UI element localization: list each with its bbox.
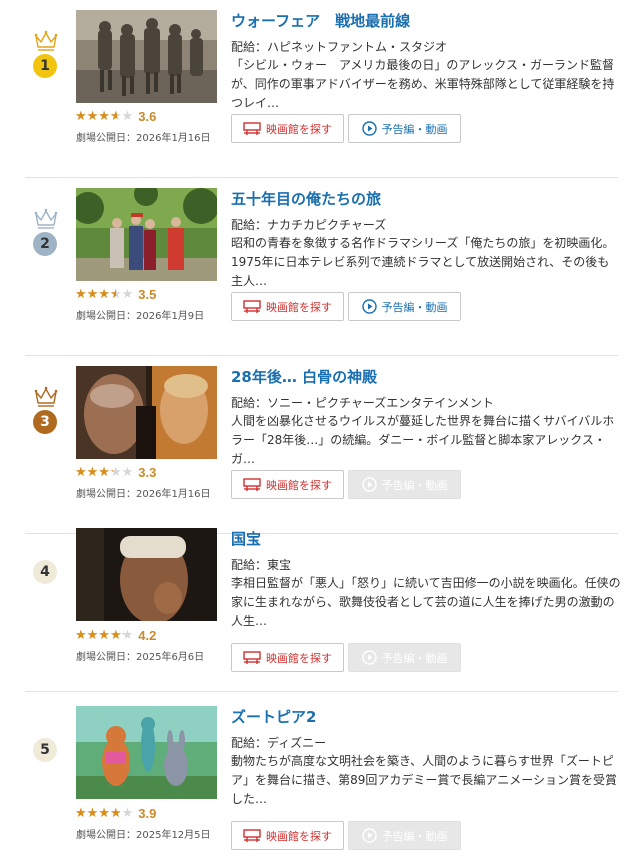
rating-score: 3.3 — [138, 464, 157, 480]
ranking-item-2: 2 ★★★★★★★★★★ 3.5 劇場公開日：2026年1月9日 五十年目の俺た… — [0, 178, 640, 356]
rank-1: 1 — [33, 30, 59, 86]
trailer-video-button: 予告編・動画 — [348, 821, 461, 850]
crown-gold-icon — [34, 30, 58, 51]
movie-poster-image[interactable] — [76, 528, 217, 621]
movie-poster-image[interactable] — [76, 706, 217, 799]
trailer-video-button[interactable]: 予告編・動画 — [348, 292, 461, 321]
release-date: 劇場公開日：2026年1月16日 — [76, 489, 211, 500]
star-rating-icon: ★★★★★★★★★★ — [75, 805, 134, 821]
rank-number-badge: 2 — [33, 232, 57, 256]
distributor: 配給：ハピネットファントム・スタジオ — [231, 40, 448, 54]
rating-score: 3.6 — [138, 108, 157, 124]
play-icon — [361, 121, 377, 136]
find-theater-button[interactable]: 映画館を探す — [231, 114, 344, 143]
ranking-item-1: 1 ★★★★★★★★★★ 3.6 劇場公開日：2026年1月16日 ウォーフェア… — [0, 0, 640, 178]
find-theater-label: 映画館を探す — [266, 651, 332, 665]
find-theater-button[interactable]: 映画館を探す — [231, 470, 344, 499]
trailer-video-label: 予告編・動画 — [381, 651, 448, 665]
star-rating-icon: ★★★★★★★★★★ — [75, 286, 134, 302]
release-date: 劇場公開日：2026年1月9日 — [76, 311, 205, 322]
play-icon — [361, 828, 377, 843]
theater-seat-icon — [243, 828, 261, 843]
release-date: 劇場公開日：2025年6月6日 — [76, 652, 205, 663]
ranking-item-5: 5 ★★★★★★★★★★ 3.9 劇場公開日：2025年12月5日 ズートピア2… — [0, 692, 640, 865]
crown-bronze-icon — [34, 386, 58, 407]
rank-3: 3 — [33, 386, 59, 442]
play-icon — [361, 299, 377, 314]
ranking-item-4: 4 ★★★★★★★★★★ 4.2 劇場公開日：2025年6月6日 国宝 配給：東… — [0, 514, 640, 692]
trailer-video-button: 予告編・動画 — [348, 643, 461, 672]
movie-poster-image[interactable] — [76, 366, 217, 459]
synopsis: 李相日監督が「悪人」「怒り」に続いて吉田修一の小説を映画化。任侠の家に生まれなが… — [231, 576, 621, 628]
rating: ★★★★★★★★★★ 3.6 — [75, 107, 156, 125]
theater-seat-icon — [243, 121, 261, 136]
find-theater-button[interactable]: 映画館を探す — [231, 292, 344, 321]
distributor: 配給：ナカチカピクチャーズ — [231, 218, 387, 232]
rank-number-badge: 3 — [33, 410, 57, 434]
rank-4: 4 — [33, 560, 59, 616]
movie-title-link[interactable]: 五十年目の俺たちの旅 — [231, 188, 381, 209]
theater-seat-icon — [243, 299, 261, 314]
trailer-video-button[interactable]: 予告編・動画 — [348, 114, 461, 143]
find-theater-label: 映画館を探す — [266, 300, 332, 314]
trailer-video-label: 予告編・動画 — [381, 122, 448, 136]
find-theater-button[interactable]: 映画館を探す — [231, 643, 344, 672]
movie-poster-image[interactable] — [76, 188, 217, 281]
find-theater-button[interactable]: 映画館を探す — [231, 821, 344, 850]
rank-number-badge: 1 — [33, 54, 57, 78]
movie-title-link[interactable]: 国宝 — [231, 528, 261, 549]
distributor: 配給：ディズニー — [231, 736, 327, 750]
rating-score: 3.9 — [138, 805, 157, 821]
release-date: 劇場公開日：2026年1月16日 — [76, 133, 211, 144]
theater-seat-icon — [243, 477, 261, 492]
synopsis: 人間を凶暴化させるウイルスが蔓延した世界を舞台に描くサバイバルホラー「28年後…… — [231, 414, 615, 466]
rank-number-badge: 5 — [33, 738, 57, 762]
release-date: 劇場公開日：2025年12月5日 — [76, 830, 211, 841]
theater-seat-icon — [243, 650, 261, 665]
movie-poster-image[interactable] — [76, 10, 217, 103]
star-rating-icon: ★★★★★★★★★★ — [75, 108, 134, 124]
synopsis: 動物たちが高度な文明社会を築き、人間のように暮らす世界「ズートピア」を舞台に描き… — [231, 754, 617, 806]
rating: ★★★★★★★★★★ 3.9 — [75, 804, 156, 822]
trailer-video-label: 予告編・動画 — [381, 300, 448, 314]
crown-silver-icon — [34, 208, 58, 229]
synopsis: 「シビル・ウォー アメリカ最後の日」のアレックス・ガーランド監督が、同作の軍事ア… — [231, 58, 615, 110]
rating-score: 3.5 — [138, 286, 157, 302]
trailer-video-label: 予告編・動画 — [381, 478, 448, 492]
ranking-item-3: 3 ★★★★★★★★★★ 3.3 劇場公開日：2026年1月16日 28年後… … — [0, 356, 640, 534]
find-theater-label: 映画館を探す — [266, 829, 332, 843]
movie-title-link[interactable]: 28年後… 白骨の神殿 — [231, 366, 377, 387]
star-rating-icon: ★★★★★★★★★★ — [75, 464, 134, 480]
movie-title-link[interactable]: ウォーフェア 戦地最前線 — [231, 10, 410, 31]
find-theater-label: 映画館を探す — [266, 478, 332, 492]
play-icon — [361, 477, 377, 492]
movie-title-link[interactable]: ズートピア2 — [231, 706, 316, 727]
rating-score: 4.2 — [138, 627, 157, 643]
play-icon — [361, 650, 377, 665]
synopsis: 昭和の青春を象徴する名作ドラマシリーズ「俺たちの旅」を初映画化。1975年に日本… — [231, 236, 615, 288]
distributor: 配給：ソニー・ピクチャーズエンタテインメント — [231, 396, 494, 410]
find-theater-label: 映画館を探す — [266, 122, 332, 136]
rating: ★★★★★★★★★★ 3.5 — [75, 285, 156, 303]
rank-2: 2 — [33, 208, 59, 264]
rating: ★★★★★★★★★★ 3.3 — [75, 463, 156, 481]
trailer-video-label: 予告編・動画 — [381, 829, 448, 843]
star-rating-icon: ★★★★★★★★★★ — [75, 627, 134, 643]
trailer-video-button: 予告編・動画 — [348, 470, 461, 499]
rank-number-badge: 4 — [33, 560, 57, 584]
distributor: 配給：東宝 — [231, 558, 292, 572]
rank-5: 5 — [33, 738, 59, 794]
rating: ★★★★★★★★★★ 4.2 — [75, 626, 156, 644]
